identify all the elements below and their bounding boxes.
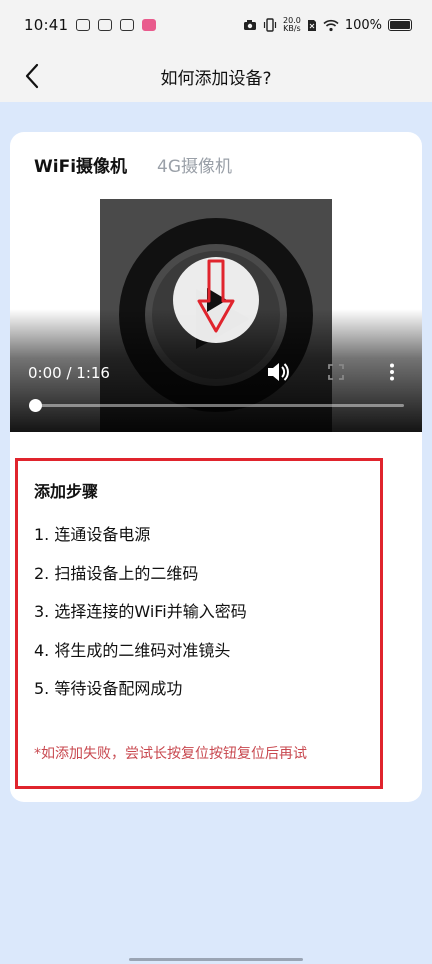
failure-note: *如添加失败，尝试长按复位按钮复位后再试 — [34, 746, 307, 762]
volume-icon[interactable] — [266, 361, 290, 383]
tab-wifi-camera[interactable]: WiFi摄像机 — [34, 152, 127, 177]
video-progress-bar[interactable] — [34, 404, 404, 407]
camera-icon — [244, 20, 257, 30]
tab-4g-camera[interactable]: 4G摄像机 — [157, 152, 232, 177]
step-item: 5. 等待设备配网成功 — [34, 679, 183, 698]
camera-type-tabs: WiFi摄像机 4G摄像机 — [34, 152, 232, 177]
red-arrow-annotation — [197, 259, 235, 333]
net-speed-unit: KB/s — [283, 24, 301, 33]
chevron-left-icon — [25, 63, 39, 89]
notification-app-icon — [76, 19, 91, 31]
video-time: 0:00 / 1:16 — [28, 364, 110, 382]
status-left: 10:41 — [24, 16, 157, 34]
video-player[interactable]: 0:00 / 1:16 — [10, 199, 422, 432]
net-speed: 20.0 KB/s — [283, 17, 301, 33]
status-bar: 10:41 20.0 KB/s 100% — [0, 0, 432, 50]
instruction-card: WiFi摄像机 4G摄像机 0:00 / 1:16 添加步骤 1. 连通设备电源… — [10, 132, 422, 802]
status-time: 10:41 — [24, 16, 69, 34]
wifi-icon — [323, 19, 339, 31]
notification-app-icon — [120, 19, 135, 31]
step-item: 3. 选择连接的WiFi并输入密码 — [34, 602, 247, 621]
step-item: 4. 将生成的二维码对准镜头 — [34, 641, 231, 660]
notification-app-icon — [98, 19, 113, 31]
vibrate-icon — [263, 18, 277, 32]
step-item: 2. 扫描设备上的二维码 — [34, 564, 199, 583]
video-progress-thumb[interactable] — [29, 399, 42, 412]
steps-box: 添加步骤 1. 连通设备电源 2. 扫描设备上的二维码 3. 选择连接的WiFi… — [15, 458, 383, 789]
battery-icon — [388, 19, 412, 31]
battery-percent: 100% — [344, 17, 382, 33]
home-indicator[interactable] — [129, 958, 303, 961]
back-button[interactable] — [14, 58, 50, 94]
sim-icon — [307, 19, 316, 31]
step-item: 1. 连通设备电源 — [34, 525, 151, 544]
status-right: 20.0 KB/s 100% — [243, 17, 412, 33]
fullscreen-icon[interactable] — [328, 364, 344, 380]
notification-app-icon — [142, 19, 157, 31]
page-title: 如何添加设备? — [160, 68, 272, 89]
steps-title: 添加步骤 — [34, 482, 99, 501]
nav-bar: 如何添加设备? — [0, 50, 432, 102]
more-vertical-icon[interactable] — [389, 363, 395, 381]
